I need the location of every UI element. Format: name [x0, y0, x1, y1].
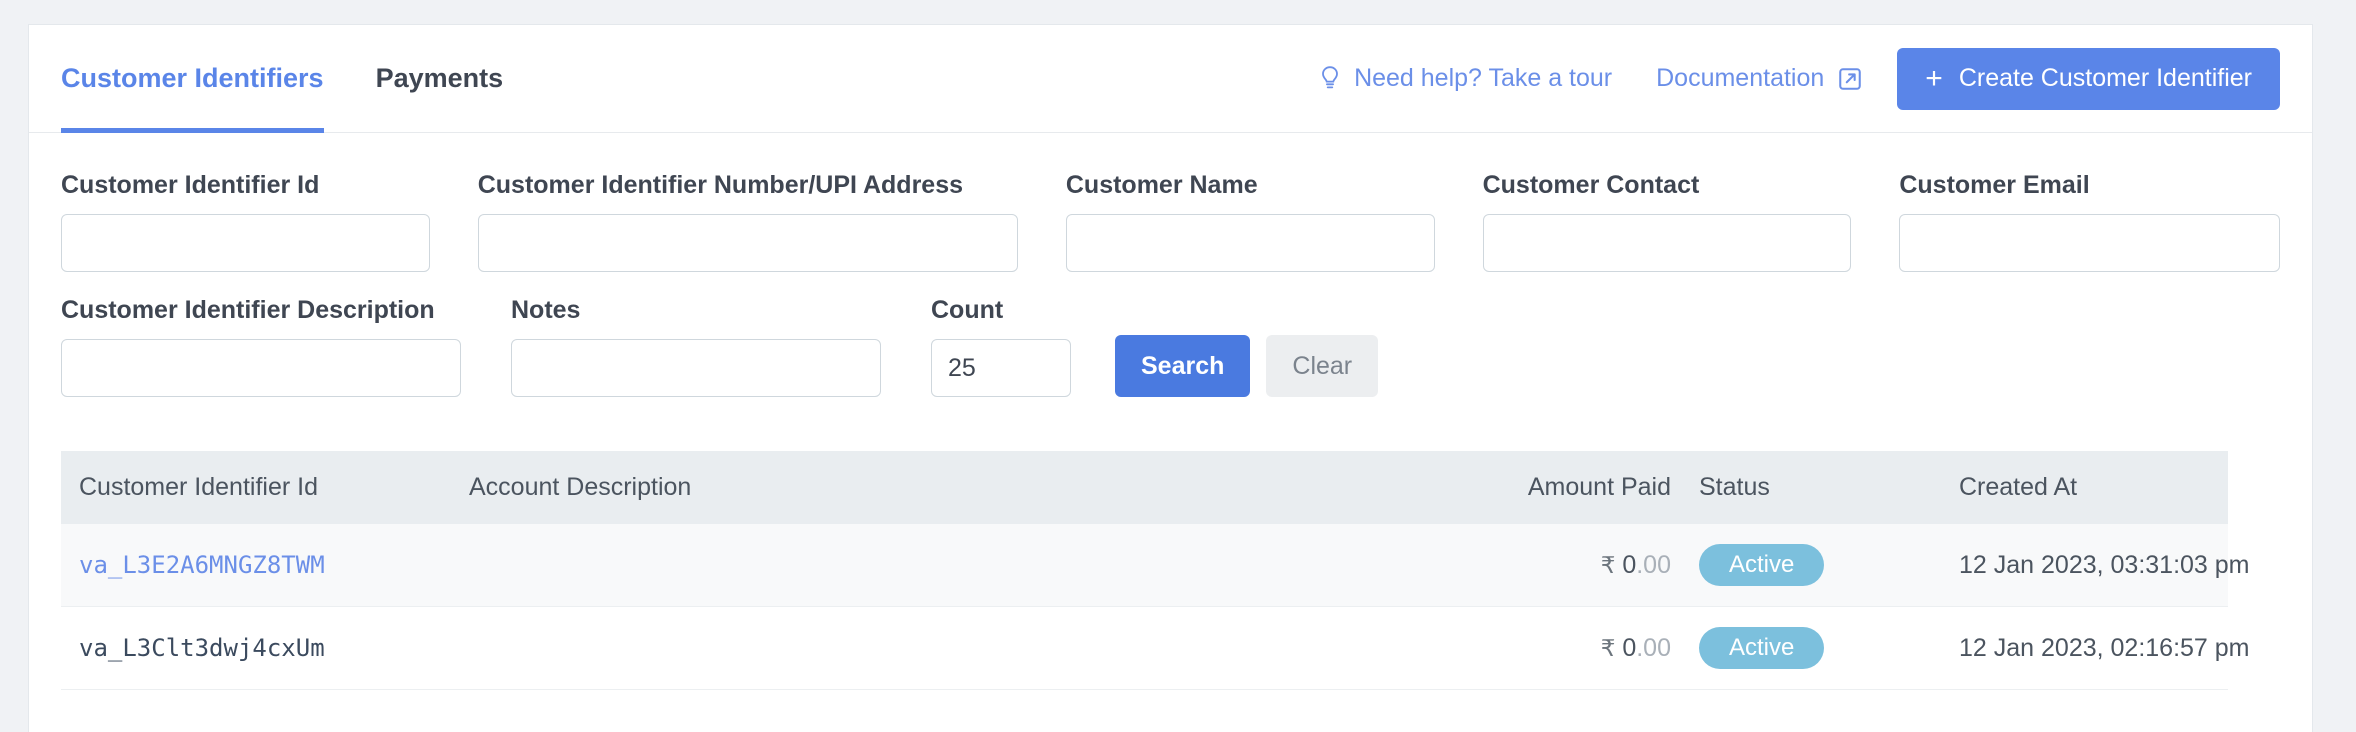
cell-amount-paid: ₹ 0.00: [1431, 524, 1681, 607]
table-header-row: Customer Identifier Id Account Descripti…: [61, 451, 2228, 524]
clear-button[interactable]: Clear: [1266, 335, 1379, 397]
column-header-amount-paid: Amount Paid: [1431, 451, 1681, 524]
column-header-status: Status: [1681, 451, 1941, 524]
customer-identifier-value[interactable]: va_L3Clt3dwj4cxUm: [79, 634, 325, 662]
field-customer-identifier-description: Customer Identifier Description: [61, 296, 461, 397]
table-head: Customer Identifier Id Account Descripti…: [61, 451, 2228, 524]
status-badge: Active: [1699, 627, 1825, 669]
rupee-symbol: ₹: [1600, 634, 1616, 661]
tab-label: Payments: [375, 63, 504, 93]
column-header-identifier-id: Customer Identifier Id: [61, 451, 451, 524]
plus-icon: +: [1925, 61, 1943, 95]
page-root: Customer Identifiers Payments Need help?…: [0, 0, 2356, 732]
tab-bar: Customer Identifiers Payments Need help?…: [29, 25, 2312, 133]
header-actions: Need help? Take a tour Documentation + C…: [1318, 47, 2312, 110]
customer-identifier-description-input[interactable]: [61, 339, 461, 397]
lightbulb-icon: [1318, 65, 1342, 93]
filter-row-2: Customer Identifier Description Notes Co…: [61, 296, 2280, 397]
cell-status: Active: [1681, 524, 1941, 607]
cell-created-at: 12 Jan 2023, 03:31:03 pm: [1941, 524, 2250, 607]
field-customer-email: Customer Email: [1899, 171, 2281, 272]
customer-identifier-number-input[interactable]: [477, 214, 1018, 272]
field-notes: Notes: [511, 296, 881, 397]
tab-list: Customer Identifiers Payments: [61, 25, 530, 133]
amount-decimal: .00: [1636, 550, 1671, 579]
table-row[interactable]: va_L3E2A6MNGZ8TWM ₹ 0.00 Active 12 Jan 2…: [61, 524, 2250, 607]
customer-identifier-id-input[interactable]: [61, 214, 430, 272]
filter-panel: Customer Identifier Id Customer Identifi…: [29, 133, 2312, 397]
field-label: Customer Email: [1899, 171, 2090, 199]
cell-status: Active: [1681, 606, 1941, 690]
rupee-symbol: ₹: [1600, 551, 1616, 578]
field-label: Customer Name: [1065, 171, 1258, 199]
cell-account-description: [451, 524, 1431, 607]
documentation-link[interactable]: Documentation: [1656, 64, 1863, 93]
take-a-tour-link[interactable]: Need help? Take a tour: [1318, 64, 1612, 93]
cell-amount-paid: ₹ 0.00: [1431, 606, 1681, 690]
cell-identifier-id: va_L3E2A6MNGZ8TWM: [61, 524, 451, 607]
create-button-label: Create Customer Identifier: [1958, 64, 2252, 92]
search-button[interactable]: Search: [1115, 335, 1251, 397]
field-label: Customer Contact: [1482, 171, 1700, 199]
customer-contact-input[interactable]: [1482, 214, 1852, 272]
cell-account-description: [451, 606, 1431, 690]
external-link-icon: [1837, 66, 1863, 92]
documentation-label: Documentation: [1656, 64, 1825, 92]
field-customer-contact: Customer Contact: [1482, 171, 1852, 272]
field-customer-identifier-number: Customer Identifier Number/UPI Address: [477, 171, 1018, 272]
field-label: Count: [931, 296, 1004, 324]
customer-email-input[interactable]: [1899, 214, 2281, 272]
status-badge: Active: [1699, 544, 1825, 586]
table-body: va_L3E2A6MNGZ8TWM ₹ 0.00 Active 12 Jan 2…: [61, 524, 2250, 690]
tab-customer-identifiers[interactable]: Customer Identifiers: [61, 25, 350, 133]
field-label: Customer Identifier Number/UPI Address: [477, 171, 964, 199]
field-label: Notes: [511, 296, 581, 324]
filter-row-1: Customer Identifier Id Customer Identifi…: [61, 171, 2281, 272]
count-input[interactable]: [931, 339, 1071, 397]
customer-name-input[interactable]: [1065, 214, 1435, 272]
cell-identifier-id: va_L3Clt3dwj4cxUm: [61, 606, 451, 690]
customer-identifiers-table: Customer Identifier Id Account Descripti…: [61, 451, 2250, 690]
tab-payments[interactable]: Payments: [350, 25, 530, 132]
notes-input[interactable]: [511, 339, 881, 397]
cell-created-at: 12 Jan 2023, 02:16:57 pm: [1941, 606, 2250, 690]
field-label: Customer Identifier Id: [61, 171, 320, 199]
field-customer-name: Customer Name: [1065, 171, 1435, 272]
field-count: Count: [931, 296, 1071, 397]
customer-identifier-link[interactable]: va_L3E2A6MNGZ8TWM: [79, 551, 325, 579]
amount-integer: 0: [1622, 633, 1637, 662]
field-customer-identifier-id: Customer Identifier Id: [61, 171, 430, 272]
content-card: Customer Identifiers Payments Need help?…: [28, 24, 2313, 732]
amount-integer: 0: [1622, 550, 1637, 579]
create-customer-identifier-button[interactable]: + Create Customer Identifier: [1897, 47, 2280, 110]
column-header-created-at: Created At: [1941, 451, 2228, 524]
tab-label: Customer Identifiers: [61, 63, 324, 93]
field-label: Customer Identifier Description: [61, 296, 435, 324]
column-header-account-description: Account Description: [451, 451, 1431, 524]
take-a-tour-label: Need help? Take a tour: [1354, 64, 1613, 92]
amount-decimal: .00: [1636, 633, 1671, 662]
table-row[interactable]: va_L3Clt3dwj4cxUm ₹ 0.00 Active 12 Jan 2…: [61, 606, 2250, 690]
